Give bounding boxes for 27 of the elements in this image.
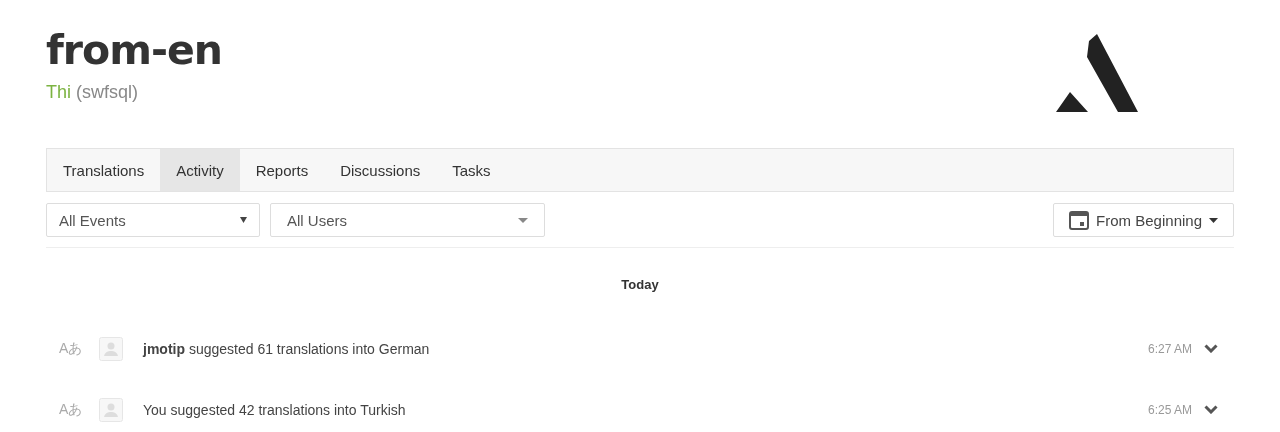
translate-icon: Aあ xyxy=(46,339,99,358)
calendar-icon xyxy=(1069,210,1090,230)
caret-icon xyxy=(518,217,528,223)
language-name: Thi xyxy=(46,82,71,102)
project-title: from-en xyxy=(46,26,222,74)
avatar-icon xyxy=(99,336,123,361)
date-range-button[interactable]: From Beginning xyxy=(1053,203,1234,237)
activity-text: jmotip suggested 61 translations into German xyxy=(143,340,431,357)
caret-icon xyxy=(240,217,247,223)
events-dropdown[interactable]: All Events xyxy=(46,203,260,237)
activity-time: 6:25 AM xyxy=(1147,402,1192,417)
activity-time: 6:27 AM xyxy=(1147,341,1192,356)
activity-text: You suggested 42 translations into Turkish xyxy=(143,401,407,418)
tab[interactable]: Activity xyxy=(160,149,240,191)
tab[interactable]: Reports xyxy=(239,149,325,191)
caret-icon xyxy=(1209,217,1218,223)
language-code: (swfsql) xyxy=(76,82,139,102)
users-dropdown[interactable]: All Users xyxy=(270,203,545,237)
translate-icon: Aあ xyxy=(46,400,99,419)
avatar-icon xyxy=(99,397,123,422)
chevron-down-icon[interactable] xyxy=(1204,344,1218,353)
day-heading: Today xyxy=(620,277,660,292)
tab[interactable]: Tasks xyxy=(436,149,507,191)
tab[interactable]: Translations xyxy=(47,149,161,191)
logo-icon xyxy=(1056,34,1138,114)
chevron-down-icon[interactable] xyxy=(1204,405,1218,414)
tab[interactable]: Discussions xyxy=(324,149,437,191)
